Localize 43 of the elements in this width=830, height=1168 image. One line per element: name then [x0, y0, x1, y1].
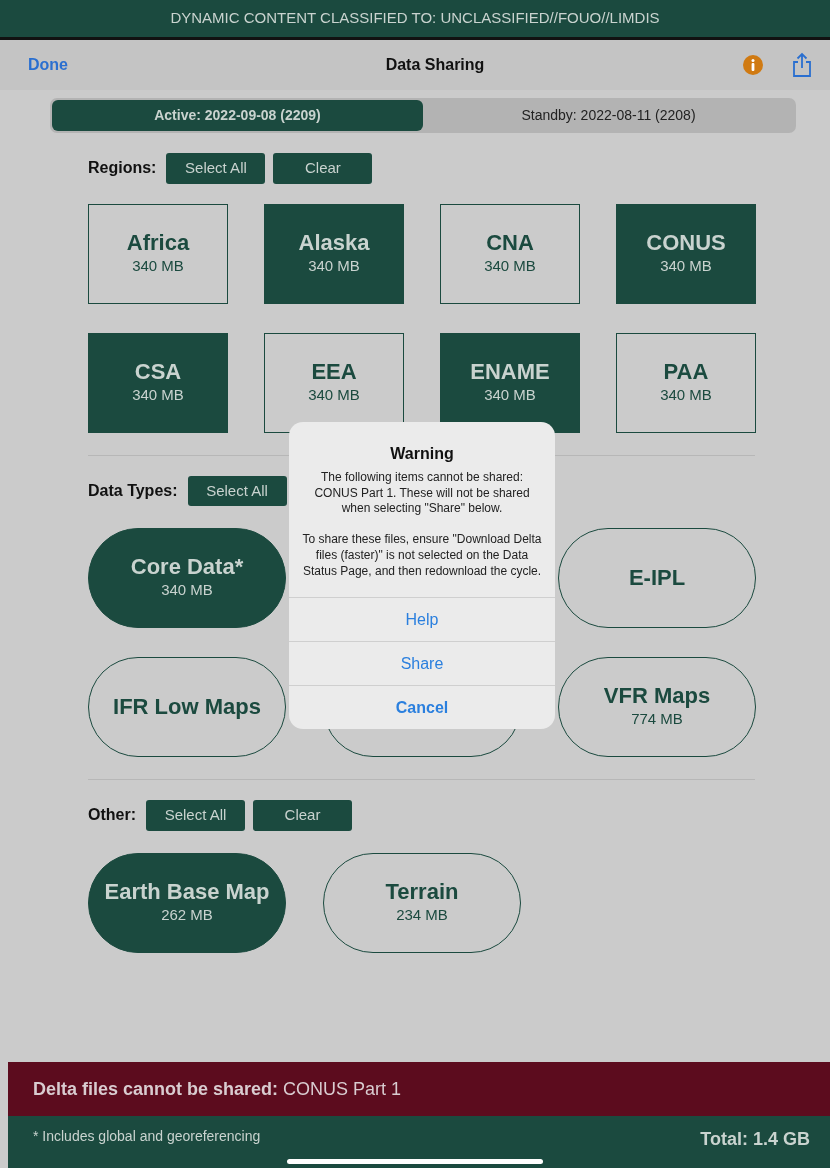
clear-button[interactable]: Clear: [273, 153, 373, 184]
total-size: Total: 1.4 GB: [700, 1128, 810, 1151]
region-tile[interactable]: Alaska 340 MB: [264, 203, 404, 304]
data-option[interactable]: Core Data* 340 MB: [88, 528, 286, 628]
region-tile[interactable]: Africa 340 MB: [88, 203, 228, 304]
region-tile[interactable]: CSA 340 MB: [88, 332, 228, 433]
size-label: 234 MB: [396, 904, 448, 925]
size-label: 340 MB: [161, 580, 213, 601]
region-tile[interactable]: CNA 340 MB: [440, 203, 580, 304]
size-label: 340 MB: [484, 255, 536, 276]
cycle-tab[interactable]: Standby: 2022-08-11 (2208): [423, 100, 794, 131]
dialog-action-button[interactable]: Share: [289, 641, 555, 686]
size-label: 340 MB: [132, 255, 184, 276]
clear-button[interactable]: Clear: [253, 800, 352, 831]
data-option[interactable]: Earth Base Map 262 MB: [88, 852, 286, 953]
section-label: Data Types:: [88, 480, 178, 501]
section-label: Regions:: [88, 158, 157, 179]
classification-banner: DYNAMIC CONTENT CLASSIFIED TO: UNCLASSIFIED//FOUO//LIMDIS: [0, 0, 830, 40]
size-label: 340 MB: [308, 384, 360, 405]
dialog-action-button[interactable]: Help: [289, 597, 555, 642]
select-all-button[interactable]: Select All: [166, 153, 266, 184]
size-label: 340 MB: [660, 384, 712, 405]
region-tile[interactable]: CONUS 340 MB: [616, 203, 756, 304]
page-title: Data Sharing: [384, 55, 486, 75]
cancel-button[interactable]: Cancel: [289, 685, 555, 730]
info-icon[interactable]: [742, 54, 764, 76]
select-all-button[interactable]: Select All: [146, 800, 245, 831]
select-all-button[interactable]: Select All: [187, 475, 287, 506]
footnote: * Includes global and georeferencing: [33, 1127, 261, 1146]
share-icon[interactable]: [792, 52, 812, 78]
delta-notice: Delta files cannot be shared: CONUS Part 1: [8, 1062, 830, 1116]
dialog-title: Warning: [389, 444, 455, 464]
size-label: 340 MB: [484, 384, 536, 405]
size-label: 340 MB: [660, 255, 712, 276]
size-label: 340 MB: [132, 384, 184, 405]
dialog-message: The following items cannot be shared: CONUS Part 1. These will not be shared when selecting "Share" below. To share these files, ensure "Download Delta files (faster)" is not selected on the Data Status Page, and then redownload the cycle.: [301, 469, 543, 580]
region-tile[interactable]: ENAME 340 MB: [440, 332, 580, 433]
size-label: 340 MB: [308, 255, 360, 276]
size-label: 774 MB: [631, 709, 683, 730]
cycle-tab[interactable]: Active: 2022-09-08 (2209): [52, 100, 423, 131]
size-label: 262 MB: [161, 904, 213, 925]
region-tile[interactable]: PAA 340 MB: [616, 332, 756, 433]
section-label: Other:: [88, 805, 136, 826]
